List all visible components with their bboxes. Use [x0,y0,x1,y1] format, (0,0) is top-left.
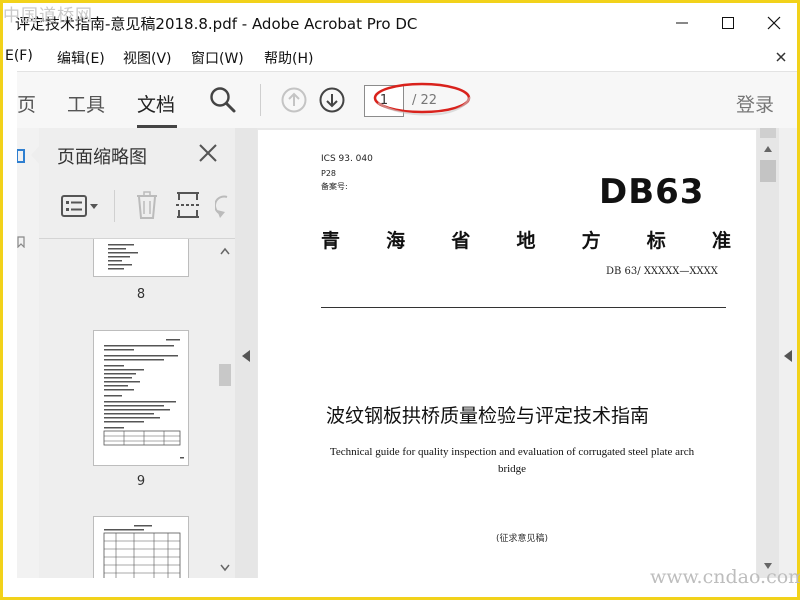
menu-file[interactable]: E(F) [5,48,33,64]
main-toolbar: 页 工具 文档 1 / 22 登录 [17,71,797,129]
doc-standard-logo: DB63 [599,172,705,212]
tab-tools[interactable]: 工具 [67,90,105,117]
doc-draft-note: (征求意见稿) [496,534,549,544]
thumbnail-page-8[interactable] [93,239,189,277]
thumbnail-scrollbar[interactable] [215,239,235,578]
page-thumbnails-panel: 页面缩略图 8 9 [31,128,235,578]
doc-header-rule [321,307,726,308]
scrollbar-top-cap [760,128,776,138]
thumbnail-scroll-thumb[interactable] [219,364,231,386]
red-highlight-ellipse [373,82,471,116]
thumbnail-page-8-content [108,244,138,270]
acrobat-window: 评定技术指南-意见稿2018.8.pdf - Adobe Acrobat Pro… [3,3,797,597]
doc-organization: 青 海 省 地 方 标 准 [321,226,731,253]
panel-pointer [31,144,41,166]
collapse-left-icon[interactable] [242,350,250,362]
search-icon[interactable] [209,86,237,114]
thumbnail-options-icon[interactable] [61,194,101,218]
doc-title-en: Technical guide for quality inspection a… [329,446,695,475]
close-window-button[interactable] [751,3,797,43]
previous-page-icon[interactable] [281,87,307,113]
thumbnail-page-9-content [103,339,184,459]
document-scroll-thumb[interactable] [760,160,776,182]
thumbnail-page-9[interactable] [93,330,189,466]
rotate-page-icon[interactable] [215,194,229,218]
doc-ics: ICS 93. 040 [321,154,373,164]
document-page: ICS 93. 040 P28 备案号: DB63 青 海 省 地 方 标 准 … [258,130,756,578]
doc-title-cn: 波纹钢板拱桥质量检验与评定技术指南 [326,405,650,427]
thumbnail-page-10-content [103,525,181,578]
insert-pages-icon[interactable] [175,191,201,219]
panel-title: 页面缩略图 [57,147,147,168]
maximize-icon [722,17,734,29]
tab-home[interactable]: 页 [17,90,36,117]
doc-standard-number: DB 63/ XXXXX—XXXX [606,266,718,277]
menu-bar: E(F) 编辑(E) 视图(V) 窗口(W) 帮助(H) [3,43,797,71]
maximize-button[interactable] [705,3,751,43]
expand-right-pane-icon[interactable] [784,350,792,362]
document-scrollbar[interactable] [757,128,779,578]
minimize-icon [676,22,688,24]
delete-page-icon[interactable] [135,191,159,219]
doc-record-label: 备案号: [321,182,348,191]
next-page-icon[interactable] [319,87,345,113]
doc-org-char: 青 [321,230,341,252]
document-viewport: ICS 93. 040 P28 备案号: DB63 青 海 省 地 方 标 准 … [257,128,757,578]
minimize-button[interactable] [659,3,705,43]
doc-org-char: 准 [711,230,731,252]
right-pane-strip[interactable] [779,128,797,578]
close-icon [767,16,781,30]
panel-separator [114,190,115,222]
title-bar[interactable]: 评定技术指南-意见稿2018.8.pdf - Adobe Acrobat Pro… [3,3,797,43]
thumbnail-label-8: 8 [136,287,146,302]
thumbnail-label-9: 9 [136,474,146,489]
close-panel-icon[interactable] [198,143,218,163]
tab-document[interactable]: 文档 [137,90,175,117]
thumbnail-page-10[interactable] [93,516,189,578]
thumbnail-list: 8 9 [39,239,215,578]
doc-org-char: 标 [646,230,666,252]
close-document-icon[interactable] [776,52,786,62]
login-button[interactable]: 登录 [736,90,774,117]
bookmark-icon[interactable] [17,236,27,248]
doc-org-char: 地 [516,230,536,252]
chevron-down-icon[interactable] [220,564,230,572]
menu-window[interactable]: 窗口(W) [191,48,244,68]
watermark-bottom: www.cndao.com [650,566,800,588]
navigation-pane-strip [17,128,39,578]
chevron-up-icon[interactable] [220,247,230,255]
menu-view[interactable]: 视图(V) [123,48,172,68]
doc-org-char: 方 [581,230,601,252]
doc-org-char: 省 [451,230,471,252]
toolbar-separator [260,84,261,116]
doc-code: P28 [321,169,337,178]
doc-org-char: 海 [386,230,406,252]
watermark-top: 中国道桥网 [3,6,93,26]
panel-collapse-divider[interactable] [235,128,257,578]
scroll-up-icon[interactable] [763,145,773,153]
menu-edit[interactable]: 编辑(E) [57,48,105,68]
page-thumbnails-icon[interactable] [17,148,29,164]
menu-help[interactable]: 帮助(H) [264,48,313,68]
